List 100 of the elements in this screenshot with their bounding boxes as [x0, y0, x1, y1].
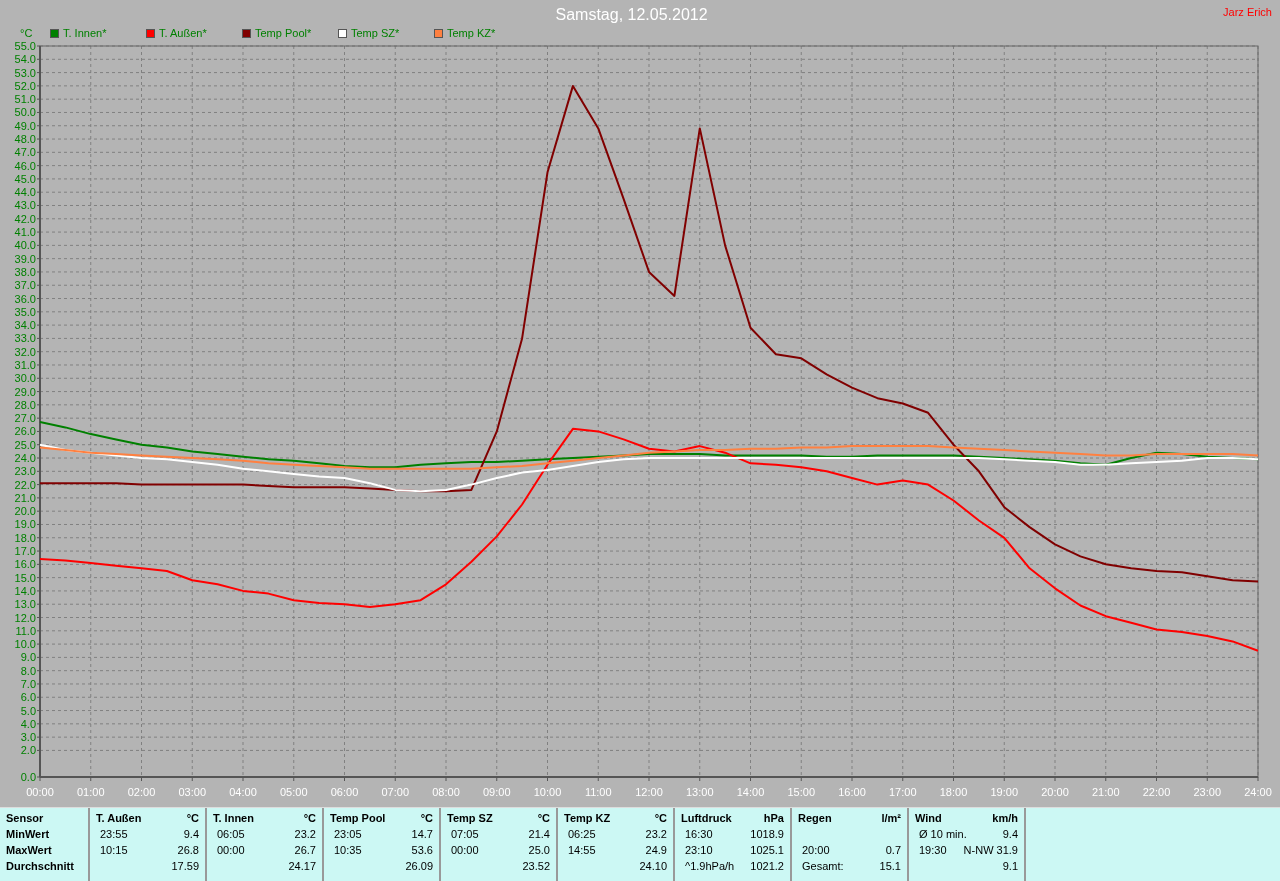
x-tick-label: 17:00	[889, 786, 917, 799]
x-tick-label: 01:00	[77, 786, 105, 799]
y-tick-label: 20.0	[14, 505, 36, 518]
x-tick-label: 00:00	[26, 786, 54, 799]
y-tick-label: 11.0	[15, 625, 36, 638]
column-unit: °C	[186, 812, 199, 825]
y-axis-unit: °C	[19, 27, 34, 40]
column-title: T. Innen	[213, 812, 254, 825]
value-cell-text: 24.10	[638, 860, 667, 873]
value-cell-text: 23.52	[521, 860, 550, 873]
row-label: MinWert	[6, 828, 50, 841]
y-tick-label: 50.0	[14, 106, 36, 119]
x-tick-label: 23:00	[1193, 786, 1221, 799]
y-tick-label: 3.0	[20, 731, 36, 744]
y-tick-label: 10.0	[14, 638, 36, 651]
column-title: Temp KZ	[564, 812, 611, 825]
value-cell-text: 15.1	[878, 860, 901, 873]
y-tick-label: 15.0	[14, 572, 36, 585]
value-cell-text: 1018.9	[749, 828, 784, 841]
y-tick-label: 4.0	[20, 718, 36, 731]
value-cell-text: 1021.2	[749, 860, 784, 873]
time-cell-text: 23:55	[99, 828, 128, 841]
y-tick-label: 41.0	[14, 226, 36, 239]
y-tick-label: 14.0	[14, 585, 36, 598]
y-tick-label: 54.0	[14, 53, 36, 66]
time-cell-text: 10:15	[99, 844, 128, 857]
column-unit: °C	[420, 812, 433, 825]
y-tick-label: 27.0	[14, 412, 36, 425]
y-tick-label: 51.0	[14, 93, 36, 106]
y-tick-label: 55.0	[14, 40, 36, 53]
y-tick-label: 47.0	[14, 146, 36, 159]
time-cell-text: 00:00	[450, 844, 479, 857]
y-tick-label: 46.0	[14, 160, 36, 173]
time-cell-text: 07:05	[450, 828, 479, 841]
value-cell-text: 26.8	[176, 844, 199, 857]
y-tick-label: 0.0	[20, 771, 36, 784]
y-tick-label: 24.0	[14, 452, 36, 465]
value-cell-text: 25.0	[527, 844, 550, 857]
y-tick-label: 9.0	[20, 651, 36, 664]
x-tick-label: 21:00	[1092, 786, 1120, 799]
y-tick-label: 21.0	[14, 492, 36, 505]
time-cell-text: 06:05	[216, 828, 245, 841]
time-cell-text: 06:25	[567, 828, 596, 841]
y-tick-label: 34.0	[14, 319, 36, 332]
y-tick-label: 17.0	[14, 545, 36, 558]
y-tick-label: 31.0	[14, 359, 36, 372]
y-tick-label: 30.0	[14, 372, 36, 385]
time-cell-text: 00:00	[216, 844, 245, 857]
x-tick-label: 19:00	[990, 786, 1018, 799]
x-tick-label: 12:00	[635, 786, 663, 799]
value-cell-text: 23.2	[293, 828, 316, 841]
x-tick-label: 07:00	[381, 786, 409, 799]
column-unit: °C	[537, 812, 550, 825]
value-cell-text: 24.17	[287, 860, 316, 873]
y-tick-label: 28.0	[14, 399, 36, 412]
x-tick-label: 05:00	[280, 786, 308, 799]
chart-title: Samstag, 12.05.2012	[554, 6, 709, 24]
y-tick-label: 26.0	[14, 425, 36, 438]
y-tick-label: 12.0	[14, 611, 36, 624]
x-tick-label: 04:00	[229, 786, 257, 799]
value-cell-text: 26.7	[293, 844, 316, 857]
y-tick-label: 23.0	[14, 465, 36, 478]
y-tick-label: 29.0	[14, 386, 36, 398]
y-tick-label: 35.0	[14, 306, 36, 319]
y-tick-label: 36.0	[14, 293, 36, 305]
y-tick-label: 38.0	[14, 266, 36, 279]
y-tick-label: 39.0	[14, 253, 36, 266]
column-title: Temp Pool	[330, 812, 386, 825]
time-cell-text: 16:30	[684, 828, 713, 841]
y-tick-label: 43.0	[14, 199, 36, 212]
y-tick-label: 19.0	[14, 518, 36, 531]
y-tick-label: 18.0	[14, 532, 36, 545]
x-tick-label: 18:00	[939, 786, 968, 799]
value-cell-text: 53.6	[410, 844, 433, 857]
y-tick-label: 40.0	[14, 239, 36, 252]
y-tick-label: 22.0	[14, 479, 36, 492]
column-unit: °C	[654, 812, 667, 825]
x-tick-label: 24:00	[1244, 786, 1272, 799]
x-tick-label: 06:00	[330, 786, 359, 799]
x-tick-label: 02:00	[127, 786, 156, 799]
y-tick-label: 6.0	[20, 691, 36, 704]
time-cell-text: ^1.9hPa/h	[684, 860, 735, 873]
column-title: T. Außen	[96, 812, 142, 825]
y-tick-label: 42.0	[14, 213, 36, 226]
legend-label: T. Außen*	[159, 27, 207, 40]
y-tick-label: 49.0	[14, 120, 36, 133]
value-cell-text: N-NW 31.9	[962, 844, 1018, 857]
time-cell-text: 20:00	[801, 844, 830, 857]
legend-label: Temp KZ*	[447, 27, 496, 40]
value-cell-text: 9.4	[182, 828, 199, 841]
column-unit: km/h	[992, 812, 1018, 825]
row-label: Durchschnitt	[6, 860, 74, 873]
y-tick-label: 45.0	[14, 173, 36, 186]
time-cell-text: 19:30	[918, 844, 947, 857]
x-tick-label: 08:00	[432, 786, 460, 799]
x-tick-label: 16:00	[838, 786, 866, 799]
y-tick-label: 32.0	[14, 346, 36, 359]
column-title: Regen	[798, 812, 832, 825]
time-cell-text: 14:55	[567, 844, 596, 857]
y-tick-label: 16.0	[14, 558, 36, 571]
